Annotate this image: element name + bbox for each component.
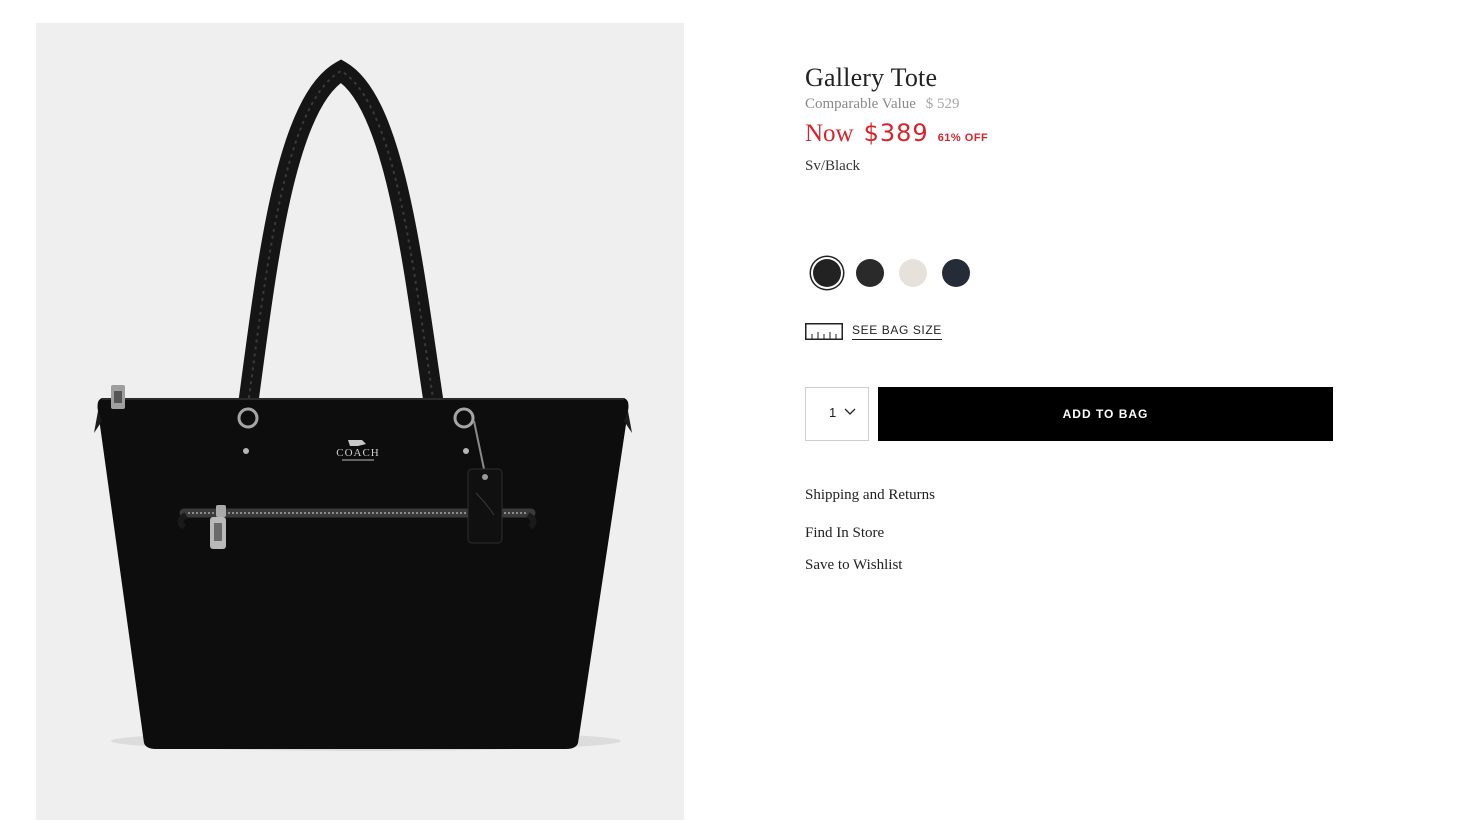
see-bag-size-link[interactable]: SEE BAG SIZE — [852, 323, 942, 340]
now-price: $389 — [863, 119, 929, 147]
ruler-icon — [805, 323, 843, 340]
swatch-midnight[interactable] — [942, 259, 970, 287]
discount-badge: 61% OFF — [937, 132, 989, 144]
find-in-store-link[interactable]: Find In Store — [805, 525, 884, 542]
save-to-wishlist-link[interactable]: Save to Wishlist — [805, 557, 902, 574]
add-to-bag-button[interactable]: ADD TO BAG — [878, 387, 1333, 441]
swatch-black[interactable] — [813, 259, 841, 287]
now-label: Now — [805, 120, 854, 147]
product-image[interactable]: COACH — [36, 23, 684, 820]
comparable-price: $ 529 — [925, 96, 960, 112]
swatch-charcoal[interactable] — [856, 259, 884, 287]
comparable-value: Comparable Value $ 529 — [805, 96, 959, 113]
shipping-returns-link[interactable]: Shipping and Returns — [805, 487, 935, 504]
product-title: Gallery Tote — [805, 63, 938, 92]
swatch-chalk[interactable] — [899, 259, 927, 287]
selected-color-name: Sv/Black — [805, 158, 860, 174]
quantity-value: 1 — [829, 405, 837, 420]
sale-price: Now $389 61% OFF — [805, 119, 988, 148]
logo-text: COACH — [336, 447, 380, 459]
quantity-select[interactable]: 1 — [805, 387, 869, 441]
comparable-label: Comparable Value — [805, 96, 916, 112]
chevron-down-icon — [844, 408, 856, 415]
